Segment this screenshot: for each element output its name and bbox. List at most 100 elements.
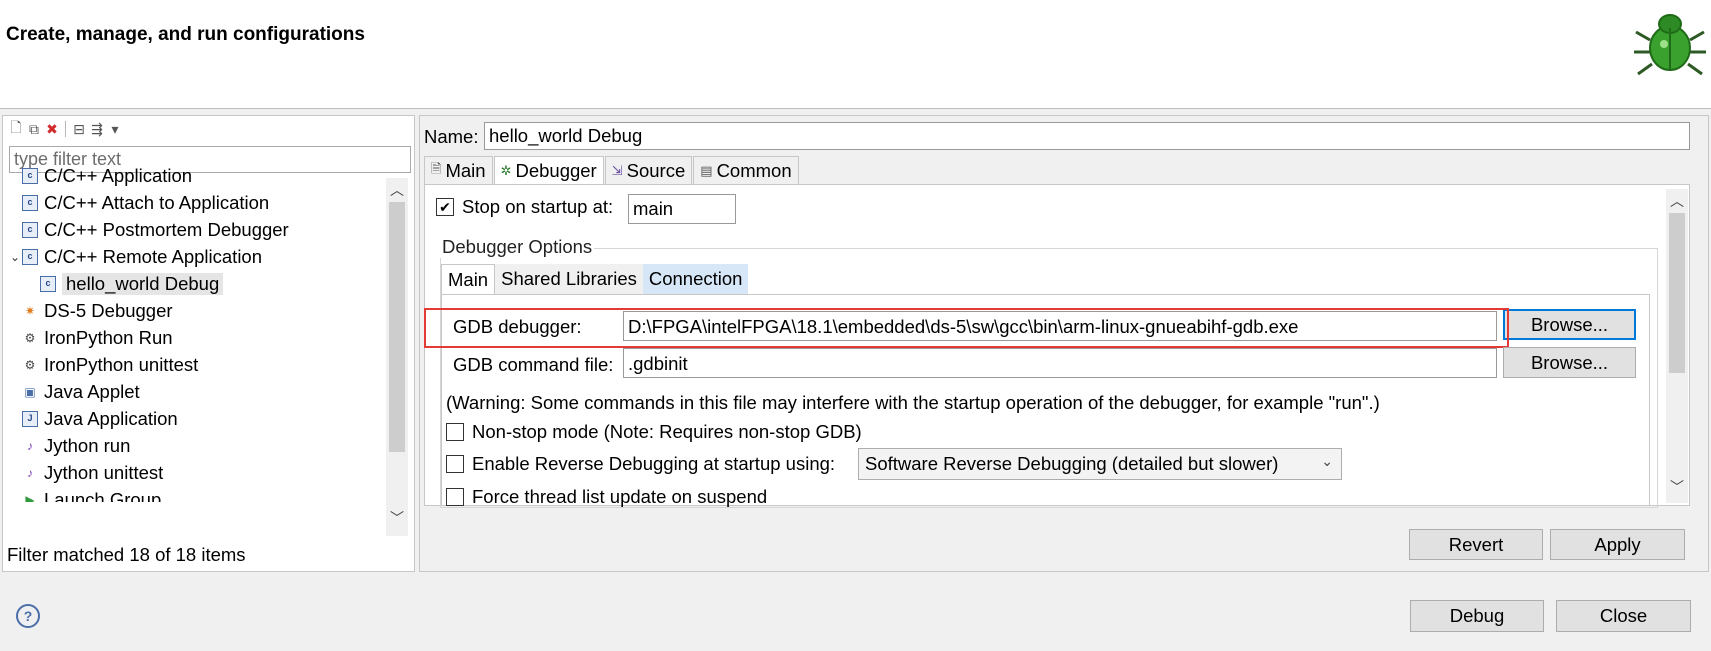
tree-item-label: Jython run bbox=[44, 434, 131, 456]
tab-debugger[interactable]: ✲ Debugger bbox=[493, 156, 604, 184]
filter-status: Filter matched 18 of 18 items bbox=[7, 544, 246, 565]
gdb-debugger-highlight bbox=[424, 308, 1509, 348]
gdb-command-file-input[interactable]: .gdbinit bbox=[623, 348, 1497, 378]
toolbar-separator bbox=[65, 121, 66, 137]
tree-item-label: C/C++ Postmortem Debugger bbox=[44, 218, 289, 240]
close-button[interactable]: Close bbox=[1556, 600, 1691, 632]
tab-common[interactable]: ▤ Common bbox=[693, 156, 799, 184]
debugger-tab-icon: ✲ bbox=[500, 162, 512, 178]
tree-item-ironpython-run[interactable]: ⚙ IronPython Run bbox=[6, 324, 386, 351]
scroll-down-icon[interactable]: ﹀ bbox=[1666, 477, 1688, 497]
tab-label: Main bbox=[445, 159, 486, 181]
view-menu-icon[interactable]: ▾ bbox=[106, 120, 124, 138]
delete-icon[interactable]: ✖ bbox=[43, 120, 61, 138]
tree-item-cpp-attach[interactable]: c C/C++ Attach to Application bbox=[6, 189, 386, 216]
force-thread-row: Force thread list update on suspend bbox=[446, 486, 767, 508]
tree-item-java-applet[interactable]: ▣ Java Applet bbox=[6, 378, 386, 405]
tree-item-ironpython-unittest[interactable]: ⚙ IronPython unittest bbox=[6, 351, 386, 378]
debugger-subtabs: Main Shared Libraries Connection bbox=[441, 264, 749, 294]
debugger-options-label: Debugger Options bbox=[440, 236, 595, 258]
tree-item-label: C/C++ Remote Application bbox=[44, 245, 263, 267]
reverse-row: Enable Reverse Debugging at startup usin… bbox=[446, 453, 835, 475]
nonstop-row: Non-stop mode (Note: Requires non-stop G… bbox=[446, 421, 862, 443]
c-config-icon: c bbox=[22, 167, 38, 184]
config-toolbar: 🗋 ⧉ ✖ ⊟ ⇶ ▾ bbox=[7, 119, 124, 139]
tree-item-jython-unittest[interactable]: ♪ Jython unittest bbox=[6, 459, 386, 486]
help-icon[interactable]: ? bbox=[16, 604, 40, 628]
tree-item-cpp-postmortem[interactable]: c C/C++ Postmortem Debugger bbox=[6, 216, 386, 243]
tree-scrollbar[interactable]: ︿ ﹀ bbox=[386, 178, 408, 536]
scroll-up-icon[interactable]: ︿ bbox=[386, 180, 408, 200]
source-tab-icon: ⇲ bbox=[611, 162, 623, 178]
chevron-down-icon: ⌄ bbox=[1321, 453, 1333, 469]
reverse-label: Enable Reverse Debugging at startup usin… bbox=[472, 453, 836, 474]
browse-gdb-command-file-button[interactable]: Browse... bbox=[1503, 347, 1636, 378]
subtab-shared-libraries[interactable]: Shared Libraries bbox=[495, 264, 643, 294]
tree-item-cpp-remote[interactable]: ⌄ c C/C++ Remote Application bbox=[6, 243, 386, 270]
scroll-down-icon[interactable]: ﹀ bbox=[386, 508, 408, 528]
tree-item-label: Java Application bbox=[44, 407, 178, 429]
reverse-method-value: Software Reverse Debugging (detailed but… bbox=[865, 453, 1279, 474]
tree-item-launch-group[interactable]: ▶ Launch Group bbox=[6, 486, 386, 503]
tree-item-label: Jython unittest bbox=[44, 461, 164, 483]
collapse-all-icon[interactable]: ⊟ bbox=[70, 120, 88, 138]
tree-item-label: IronPython unittest bbox=[44, 353, 199, 375]
tab-label: Debugger bbox=[515, 159, 597, 181]
gdb-command-file-warning: (Warning: Some commands in this file may… bbox=[446, 392, 1380, 413]
tree-item-jython-run[interactable]: ♪ Jython run bbox=[6, 432, 386, 459]
tab-source[interactable]: ⇲ Source bbox=[604, 156, 693, 184]
tree-item-label: DS-5 Debugger bbox=[44, 299, 173, 321]
jython-icon: ♪ bbox=[27, 438, 33, 453]
debug-button[interactable]: Debug bbox=[1410, 600, 1544, 632]
python-icon: ⚙ bbox=[24, 330, 36, 345]
name-input[interactable]: hello_world Debug bbox=[484, 122, 1690, 150]
duplicate-icon[interactable]: ⧉ bbox=[25, 120, 43, 138]
tab-main[interactable]: 🗎 Main bbox=[424, 156, 493, 184]
nonstop-label: Non-stop mode (Note: Requires non-stop G… bbox=[472, 421, 862, 442]
tree-item-ds5-debugger[interactable]: ✷ DS-5 Debugger bbox=[6, 297, 386, 324]
tree-item-java-application[interactable]: J Java Application bbox=[6, 405, 386, 432]
tree-item-label: Launch Group bbox=[44, 488, 162, 503]
scroll-thumb[interactable] bbox=[389, 202, 405, 452]
stop-on-startup-input[interactable]: main bbox=[628, 194, 736, 224]
ds5-icon: ✷ bbox=[24, 303, 36, 318]
dialog-header: Create, manage, and run configurations bbox=[0, 0, 1711, 108]
name-label: Name: bbox=[424, 126, 479, 147]
tab-label: Source bbox=[626, 159, 686, 181]
tree-item-label: IronPython Run bbox=[44, 326, 173, 348]
java-app-icon: J bbox=[22, 410, 38, 427]
subtab-connection[interactable]: Connection bbox=[642, 264, 749, 294]
new-config-icon[interactable]: 🗋 bbox=[7, 119, 25, 138]
scroll-thumb[interactable] bbox=[1669, 213, 1685, 373]
filter-icon[interactable]: ⇶ bbox=[88, 120, 106, 138]
java-applet-icon: ▣ bbox=[24, 384, 36, 399]
dialog-title: Create, manage, and run configurations bbox=[6, 24, 365, 45]
scroll-up-icon[interactable]: ︿ bbox=[1666, 191, 1688, 211]
tab-label: Common bbox=[716, 159, 792, 181]
bug-icon bbox=[1634, 14, 1706, 76]
force-thread-checkbox[interactable] bbox=[446, 488, 464, 506]
stop-on-startup-label: Stop on startup at: bbox=[462, 196, 614, 217]
common-tab-icon: ▤ bbox=[700, 162, 713, 178]
tree-item-label: Java Applet bbox=[44, 380, 140, 402]
config-tabs: 🗎 Main ✲ Debugger ⇲ Source ▤ Common bbox=[424, 156, 800, 184]
tree-item-label: C/C++ Application bbox=[44, 164, 193, 186]
chevron-down-icon[interactable]: ⌄ bbox=[8, 250, 22, 264]
launch-group-icon: ▶ bbox=[25, 492, 35, 503]
stop-on-startup-row: ✔ Stop on startup at: bbox=[436, 196, 613, 218]
python-test-icon: ⚙ bbox=[24, 357, 36, 372]
apply-button[interactable]: Apply bbox=[1550, 529, 1685, 560]
nonstop-checkbox[interactable] bbox=[446, 423, 464, 441]
stop-on-startup-checkbox[interactable]: ✔ bbox=[436, 198, 454, 216]
reverse-method-select[interactable]: Software Reverse Debugging (detailed but… bbox=[858, 448, 1342, 480]
jython-test-icon: ♪ bbox=[27, 465, 33, 480]
editor-scrollbar[interactable]: ︿ ﹀ bbox=[1666, 189, 1688, 503]
c-config-icon: c bbox=[22, 194, 38, 211]
main-tab-icon: 🗎 bbox=[431, 160, 442, 176]
tree-item-cpp-application[interactable]: c C/C++ Application bbox=[6, 162, 386, 189]
revert-button[interactable]: Revert bbox=[1409, 529, 1543, 560]
reverse-checkbox[interactable] bbox=[446, 455, 464, 473]
tree-item-hello-world-debug[interactable]: c hello_world Debug bbox=[6, 270, 386, 297]
subtab-main[interactable]: Main bbox=[441, 264, 496, 294]
browse-gdb-debugger-button[interactable]: Browse... bbox=[1503, 309, 1636, 340]
